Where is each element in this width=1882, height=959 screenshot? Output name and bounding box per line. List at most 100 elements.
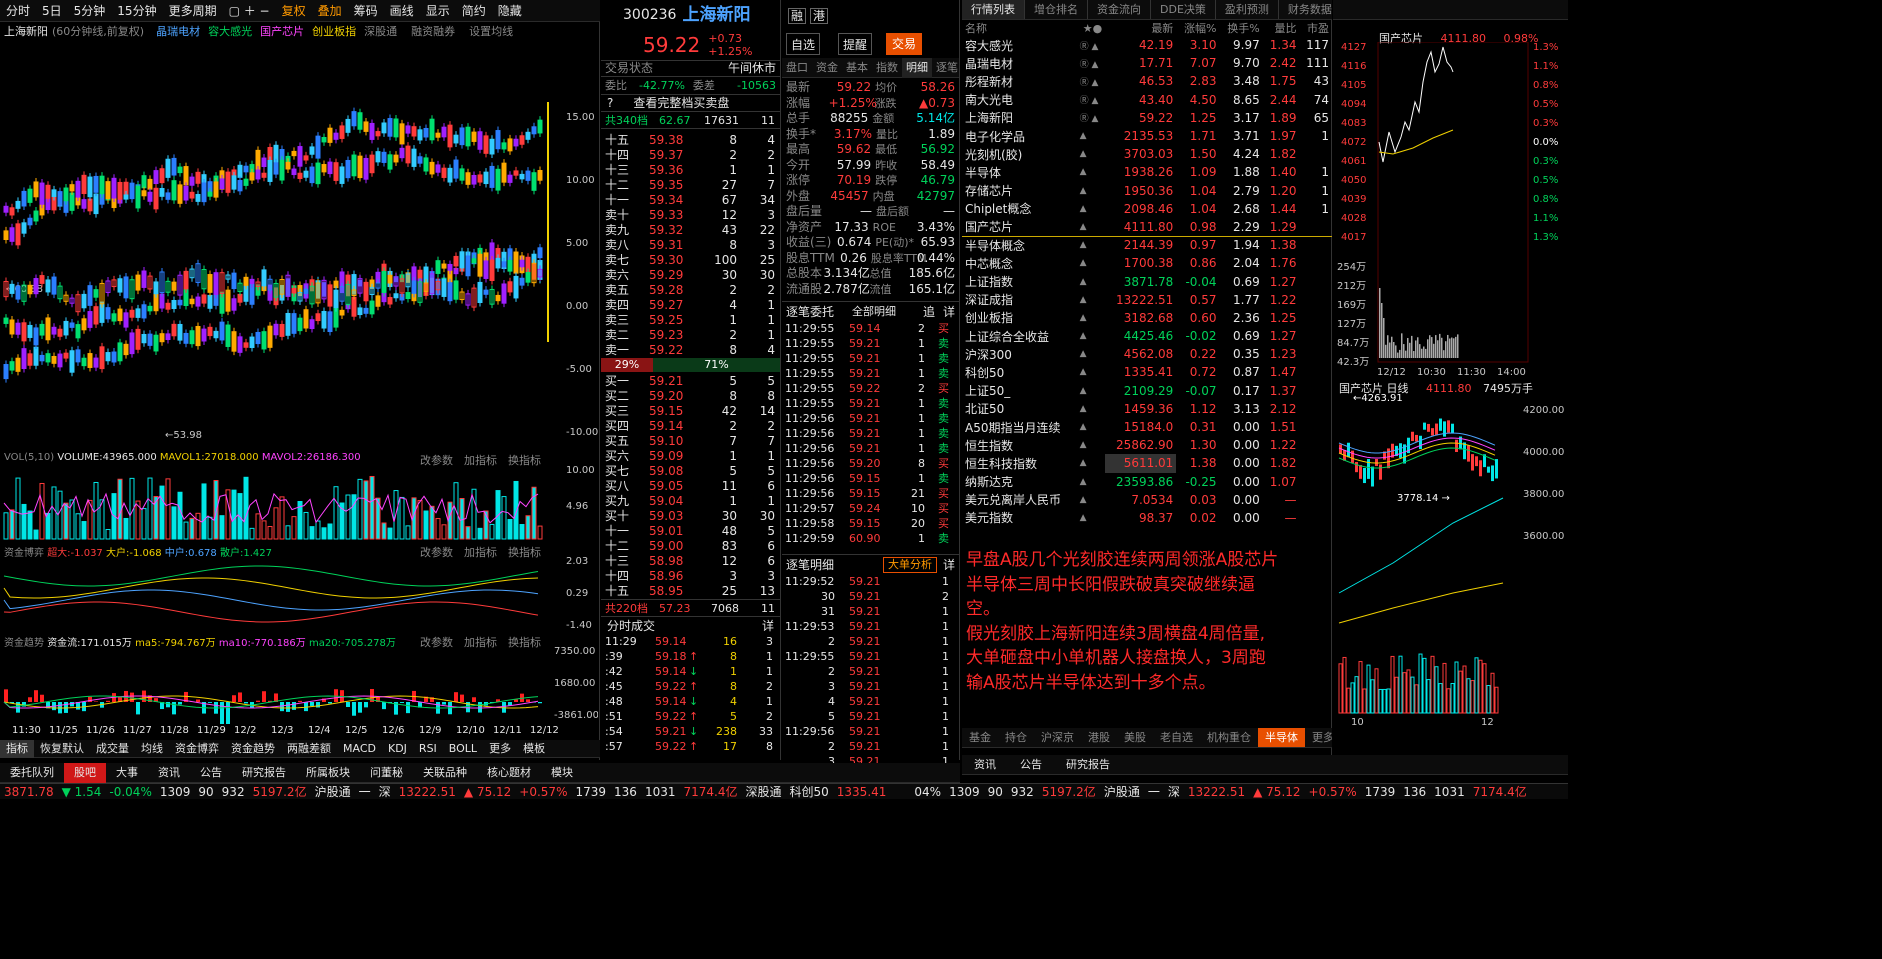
info-tab-2[interactable]: 基本 bbox=[842, 58, 872, 78]
panel-btn[interactable]: 换指标 bbox=[508, 634, 541, 650]
indicator-tab-11[interactable]: 更多 bbox=[483, 740, 517, 758]
alert-btn[interactable]: 提醒 bbox=[838, 33, 873, 55]
draw-btn[interactable]: 画线 bbox=[384, 0, 420, 22]
market-row[interactable]: 彤程新材 Ⓡ ▲ 46.53 2.83 3.48 1.75 43 bbox=[962, 72, 1332, 90]
period-btn-3[interactable]: 15分钟 bbox=[111, 0, 162, 22]
indicator-tab-0[interactable]: 指标 bbox=[0, 739, 34, 758]
big-order-btn[interactable]: 大单分析 bbox=[882, 557, 937, 573]
market-row[interactable]: A50期指当月连续 ▲ 15184.0 0.31 0.00 1.51 bbox=[962, 418, 1332, 436]
panel-btn[interactable]: 改参数 bbox=[420, 452, 453, 468]
market-row[interactable]: 光刻机(胶) ▲ 3703.03 1.50 4.24 1.82 bbox=[962, 145, 1332, 163]
market-row[interactable]: 半导体概念 ▲ 2144.39 0.97 1.94 1.38 bbox=[962, 236, 1332, 254]
order-track-btn[interactable]: 追 bbox=[923, 302, 935, 321]
info-tab-1[interactable]: 资金 bbox=[812, 58, 842, 78]
sector-tab-3[interactable]: 港股 bbox=[1081, 728, 1117, 747]
asks-row[interactable]: 十五 59.38 8 4 bbox=[601, 133, 780, 148]
bids-row[interactable]: 买六 59.09 1 1 bbox=[601, 449, 780, 464]
market-header[interactable]: 市盈 bbox=[1299, 20, 1332, 36]
market-row[interactable]: 北证50 ▲ 1459.36 1.12 3.13 2.12 bbox=[962, 400, 1332, 418]
news-tab-9[interactable]: 核心题材 bbox=[477, 763, 541, 783]
market-row[interactable]: 美元指数 ▲ 98.37 0.02 0.00 — bbox=[962, 509, 1332, 527]
info-tab-5[interactable]: 逐笔 bbox=[932, 58, 962, 78]
news-tab-6[interactable]: 所属板块 bbox=[296, 763, 360, 783]
period-btn-2[interactable]: 5分钟 bbox=[68, 0, 112, 22]
period-btn-1[interactable]: 5日 bbox=[36, 0, 68, 22]
asks-row[interactable]: 卖五 59.28 2 2 bbox=[601, 283, 780, 298]
bids-row[interactable]: 买十 59.03 30 30 bbox=[601, 509, 780, 524]
news-tab-5[interactable]: 研究报告 bbox=[232, 763, 296, 783]
simple-btn[interactable]: 简约 bbox=[456, 0, 492, 22]
market-row[interactable]: 半导体 ▲ 1938.26 1.09 1.88 1.40 1 bbox=[962, 163, 1332, 181]
market-row[interactable]: 中芯概念 ▲ 1700.38 0.86 2.04 1.76 bbox=[962, 254, 1332, 272]
bids-row[interactable]: 买一 59.21 5 5 bbox=[601, 374, 780, 389]
market-tab-2[interactable]: 资金流向 bbox=[1088, 0, 1151, 19]
market-tab-3[interactable]: DDE决策 bbox=[1151, 0, 1216, 19]
legend-3[interactable]: 创业板指 bbox=[312, 22, 356, 42]
kline-chart[interactable]: 15.0010.005.000.00-5.00-10.00←53.98←60.8… bbox=[0, 42, 598, 452]
indicator-tab-12[interactable]: 模板 bbox=[517, 740, 551, 758]
panel-btn[interactable]: 加指标 bbox=[464, 544, 497, 560]
indicator-tab-1[interactable]: 恢复默认 bbox=[34, 740, 90, 758]
market-row[interactable]: 南大光电 Ⓡ ▲ 43.40 4.50 8.65 2.44 74 bbox=[962, 91, 1332, 109]
indicator-tab-2[interactable]: 成交量 bbox=[90, 740, 135, 758]
panel-btn[interactable]: 改参数 bbox=[420, 544, 453, 560]
trend-chart[interactable]: 7350.00 1680.00 -3861.00 bbox=[0, 646, 598, 724]
legend-0[interactable]: 晶瑞电材 bbox=[156, 22, 200, 42]
news-tab-1[interactable]: 股吧 bbox=[64, 762, 106, 783]
market-row[interactable]: 纳斯达克 ▲ 23593.86 -0.25 0.00 1.07 bbox=[962, 473, 1332, 491]
market-row[interactable]: 上证综合全收益 ▲ 4425.46 -0.02 0.69 1.27 bbox=[962, 327, 1332, 345]
display-btn[interactable]: 显示 bbox=[420, 0, 456, 22]
market-row[interactable]: 创业板指 ▲ 3182.68 0.60 2.36 1.25 bbox=[962, 309, 1332, 327]
asks-row[interactable]: 卖九 59.32 43 22 bbox=[601, 223, 780, 238]
market-row[interactable]: 深证成指 ▲ 13222.51 0.57 1.77 1.22 bbox=[962, 291, 1332, 309]
indicator-tab-10[interactable]: BOLL bbox=[443, 740, 483, 758]
bids-row[interactable]: 买七 59.08 5 5 bbox=[601, 464, 780, 479]
market-row[interactable]: 晶瑞电材 Ⓡ ▲ 17.71 7.07 9.70 2.42 111 bbox=[962, 54, 1332, 72]
asks-row[interactable]: 卖八 59.31 8 3 bbox=[601, 238, 780, 253]
market-header[interactable]: 最新 bbox=[1105, 20, 1176, 36]
news-tab-8[interactable]: 关联品种 bbox=[413, 763, 477, 783]
trade-btn[interactable]: 交易 bbox=[886, 33, 923, 55]
indicator-tab-8[interactable]: KDJ bbox=[382, 740, 413, 758]
sector-tab-0[interactable]: 基金 bbox=[962, 728, 998, 747]
panel-btn[interactable]: 改参数 bbox=[420, 634, 453, 650]
bids-row[interactable]: 买九 59.04 1 1 bbox=[601, 494, 780, 509]
asks-row[interactable]: 十三 59.36 1 1 bbox=[601, 163, 780, 178]
market-tab-4[interactable]: 盈利预测 bbox=[1216, 0, 1279, 19]
news-tab-r-0[interactable]: 资讯 bbox=[962, 755, 1008, 775]
asks-row[interactable]: 卖三 59.25 1 1 bbox=[601, 313, 780, 328]
asks-row[interactable]: 卖四 59.27 4 1 bbox=[601, 298, 780, 313]
market-header[interactable]: 量比 bbox=[1263, 20, 1300, 36]
bids-row[interactable]: 买二 59.20 8 8 bbox=[601, 389, 780, 404]
market-row[interactable]: 上证50_ ▲ 2109.29 -0.07 0.17 1.37 bbox=[962, 382, 1332, 400]
legend-2[interactable]: 国产芯片 bbox=[260, 22, 304, 42]
market-row[interactable]: 科创50 ▲ 1335.41 0.72 0.87 1.47 bbox=[962, 363, 1332, 381]
period-btn-4[interactable]: 更多周期 bbox=[163, 0, 223, 22]
bids-row[interactable]: 买四 59.14 2 2 bbox=[601, 419, 780, 434]
panel-btn[interactable]: 换指标 bbox=[508, 544, 541, 560]
sector-tab-1[interactable]: 持仓 bbox=[998, 728, 1034, 747]
asks-row[interactable]: 卖七 59.30 100 25 bbox=[601, 253, 780, 268]
bids-row[interactable]: 十一 59.01 48 5 bbox=[601, 524, 780, 539]
capital-chart[interactable]: 2.03 0.29 -1.40 bbox=[0, 556, 598, 631]
news-tab-0[interactable]: 委托队列 bbox=[0, 763, 64, 783]
icon-tools[interactable]: ▢ ＋ − bbox=[223, 0, 276, 22]
panel-btn[interactable]: 换指标 bbox=[508, 452, 541, 468]
kline-panel[interactable]: 分时 5日 5分钟 15分钟 更多周期 ▢ ＋ − 复权 叠加 筹码 画线 显示… bbox=[0, 0, 600, 760]
bids-row[interactable]: 十二 59.00 83 6 bbox=[601, 539, 780, 554]
market-table[interactable]: 名称 ★● 最新 涨幅% 换手% 量比 市盈 容大感光 Ⓡ ▲ 42.19 3.10 9.97 1.34… bbox=[962, 20, 1332, 527]
bids-row[interactable]: 十五 58.95 25 13 bbox=[601, 584, 780, 599]
market-header[interactable]: ★● bbox=[1077, 20, 1106, 36]
volume-chart[interactable]: 10.00 4.96 bbox=[0, 463, 598, 543]
asks-row[interactable]: 卖二 59.23 2 1 bbox=[601, 328, 780, 343]
ticks-detail-btn[interactable]: 详 bbox=[762, 617, 774, 634]
overlay-btn[interactable]: 叠加 bbox=[312, 0, 348, 22]
bids-row[interactable]: 十三 58.98 12 6 bbox=[601, 554, 780, 569]
market-row[interactable]: 存储芯片 ▲ 1950.36 1.04 2.79 1.20 1 bbox=[962, 182, 1332, 200]
market-row[interactable]: 上证指数 ▲ 3871.78 -0.04 0.69 1.27 bbox=[962, 272, 1332, 290]
asks-row[interactable]: 十二 59.35 27 7 bbox=[601, 178, 780, 193]
market-row[interactable]: 电子化学品 ▲ 2135.53 1.71 3.71 1.97 1 bbox=[962, 127, 1332, 145]
sector-tab-7[interactable]: 半导体 bbox=[1258, 728, 1305, 747]
intraday-mini-chart[interactable]: 4127 4116 4105 4094 4083 4072 4061 4050 4039 4028… bbox=[1333, 42, 1568, 382]
tag-hk[interactable]: 港 bbox=[810, 8, 829, 24]
